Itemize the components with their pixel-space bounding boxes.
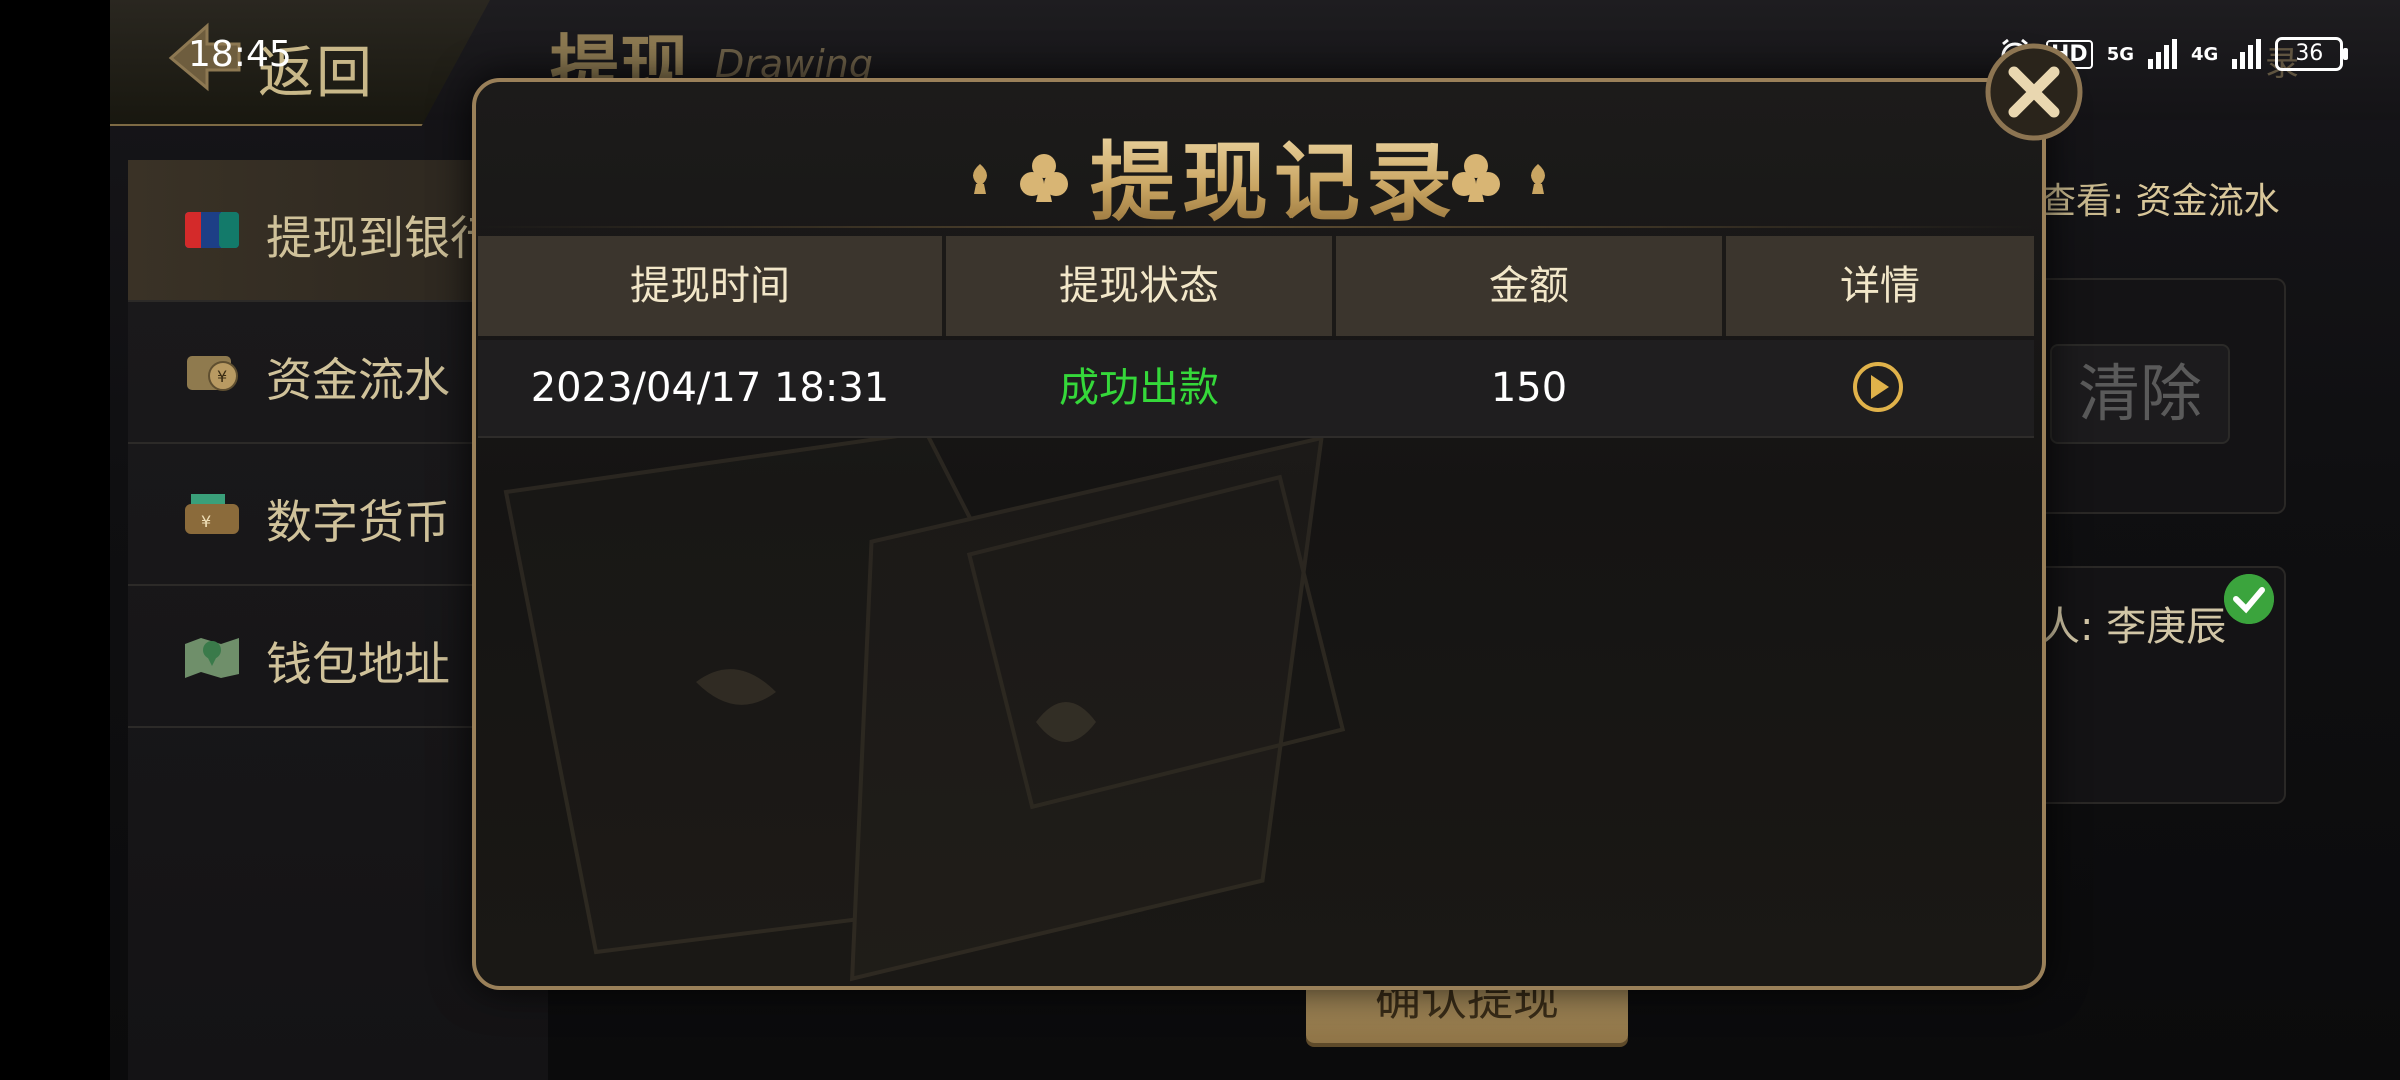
svg-text:¥: ¥ <box>201 512 211 531</box>
fund-flow-hint: 查看: 资金流水 <box>2040 172 2280 224</box>
clear-button[interactable]: 清除 <box>2050 344 2230 444</box>
detail-arrow-icon[interactable] <box>1852 361 1904 413</box>
cell-amount: 150 <box>1490 365 1568 411</box>
column-header-time: 提现时间 <box>630 263 790 309</box>
modal-title: 提现记录 <box>1090 112 1458 237</box>
suit-decoration-icon <box>973 154 1068 202</box>
column-header-amount: 金额 <box>1489 263 1569 309</box>
cell-time: 2023/04/17 18:31 <box>530 365 890 411</box>
column-header-detail: 详情 <box>1840 263 1920 309</box>
signal-bars-icon <box>2232 39 2262 69</box>
hint-prefix: 查看: <box>2040 181 2125 222</box>
suit-decoration-icon <box>1452 154 1545 202</box>
signal-4g-label: 4G <box>2191 43 2219 65</box>
battery-icon: 36 <box>2275 37 2349 71</box>
check-icon <box>2224 574 2274 624</box>
map-pin-icon <box>185 638 239 678</box>
fund-flow-link[interactable]: 资金流水 <box>2136 181 2280 222</box>
column-header-status: 提现状态 <box>1059 263 1219 309</box>
sidebar-item-label: 资金流水 <box>266 353 450 407</box>
payee-name: 人: 李庚辰 <box>2040 604 2227 650</box>
title-divider <box>476 226 2034 228</box>
signal-bars-icon <box>2148 39 2177 69</box>
sidebar-item-label: 钱包地址 <box>266 637 450 691</box>
unionpay-icon <box>185 212 239 248</box>
wallet-icon: ¥ <box>185 494 239 534</box>
cell-status: 成功出款 <box>1059 365 1219 411</box>
signal-5g-label: 5G <box>2106 43 2134 65</box>
money-bag-icon: ¥ <box>187 356 238 391</box>
close-icon[interactable] <box>1984 42 2084 142</box>
svg-text:¥: ¥ <box>217 367 227 386</box>
status-time: 18:45 <box>188 34 292 75</box>
sidebar-item-label: 提现到银行 <box>266 211 496 265</box>
sidebar-item-label: 数字货币 <box>266 495 450 549</box>
